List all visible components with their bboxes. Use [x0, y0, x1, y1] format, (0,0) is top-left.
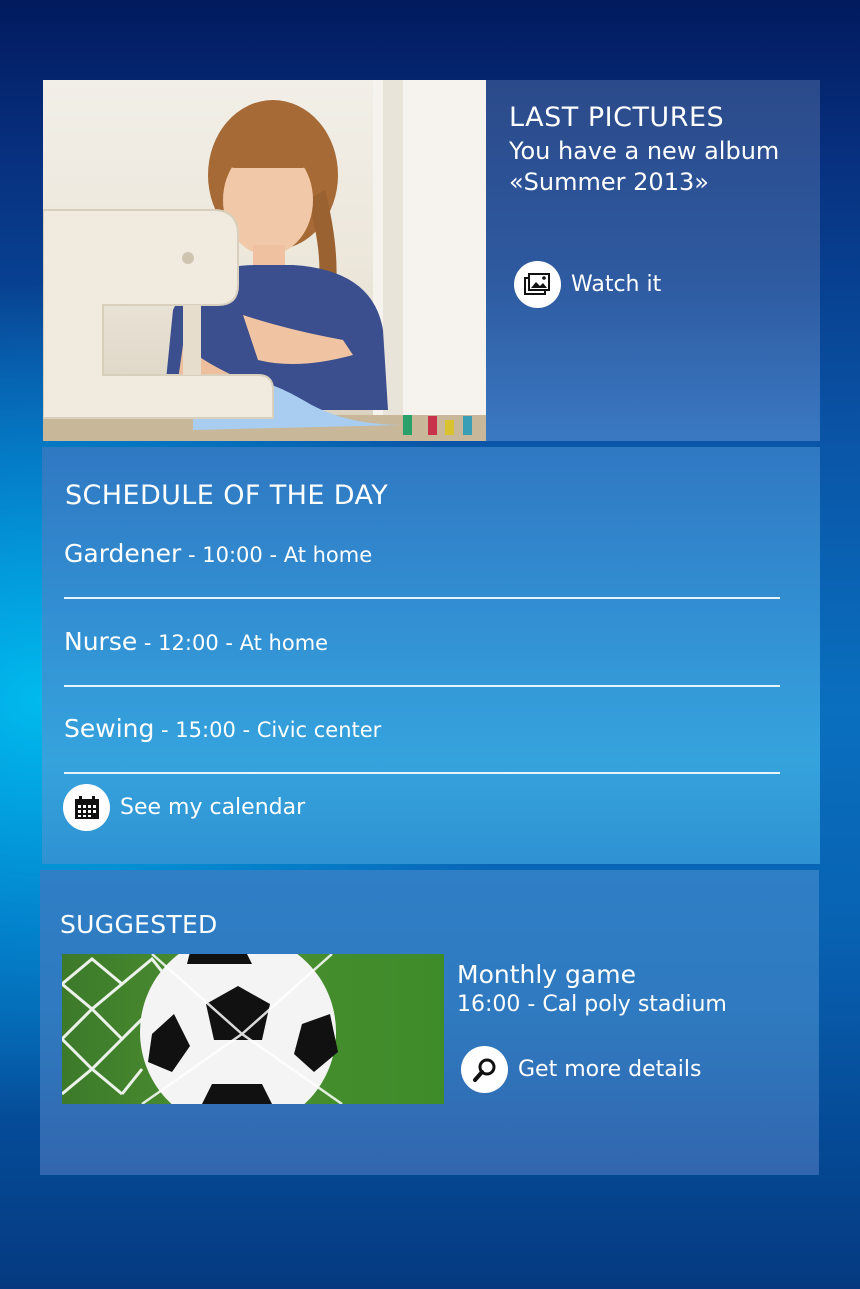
- schedule-divider: [64, 772, 780, 774]
- schedule-item-name: Gardener: [64, 539, 182, 568]
- schedule-separator: -: [137, 631, 159, 655]
- see-calendar-label: See my calendar: [120, 795, 306, 820]
- magnifier-icon: [461, 1046, 508, 1093]
- get-more-details-label: Get more details: [518, 1057, 702, 1082]
- last-pictures-text: LAST PICTURES You have a new album «Summ…: [509, 104, 809, 198]
- schedule-item[interactable]: Sewing - 15:00 - Civic center: [64, 714, 780, 774]
- schedule-item-time: 15:00: [175, 718, 236, 742]
- schedule-separator: -: [262, 543, 284, 567]
- schedule-item-name: Sewing: [64, 714, 155, 743]
- get-more-details-button[interactable]: Get more details: [461, 1046, 701, 1093]
- schedule-title: SCHEDULE OF THE DAY: [65, 480, 389, 511]
- schedule-item-time: 10:00: [202, 543, 263, 567]
- schedule-item-place: Civic center: [256, 718, 382, 742]
- schedule-item-name: Nurse: [64, 627, 138, 656]
- schedule-separator: -: [235, 718, 257, 742]
- sewing-girl-illustration: [43, 80, 486, 441]
- photo-album-icon: [514, 261, 561, 308]
- suggested-panel: SUGGESTED Monthly game 16:00 - Cal poly …: [40, 870, 819, 1175]
- calendar-icon: [63, 784, 110, 831]
- schedule-item-time: 12:00: [158, 631, 219, 655]
- suggested-event-text: Monthly game 16:00 - Cal poly stadium: [457, 960, 727, 1020]
- schedule-separator: -: [181, 543, 203, 567]
- schedule-divider: [64, 597, 780, 599]
- soccer-ball-illustration: [62, 954, 343, 1104]
- watch-it-label: Watch it: [571, 272, 662, 297]
- album-notice-line2: «Summer 2013»: [509, 168, 709, 196]
- schedule-item[interactable]: Nurse - 12:00 - At home: [64, 627, 780, 687]
- event-time-location: 16:00 - Cal poly stadium: [457, 992, 727, 1017]
- see-calendar-button[interactable]: See my calendar: [63, 784, 305, 831]
- schedule-separator: -: [218, 631, 240, 655]
- schedule-item-place: At home: [239, 631, 329, 655]
- last-pictures-panel: LAST PICTURES You have a new album «Summ…: [43, 80, 820, 441]
- schedule-item-place: At home: [283, 543, 373, 567]
- schedule-separator: -: [154, 718, 176, 742]
- event-name: Monthly game: [457, 960, 636, 989]
- schedule-divider: [64, 685, 780, 687]
- last-pictures-title: LAST PICTURES: [509, 102, 725, 133]
- schedule-item[interactable]: Gardener - 10:00 - At home: [64, 539, 780, 599]
- suggested-title: SUGGESTED: [60, 910, 218, 939]
- schedule-panel: SCHEDULE OF THE DAY Gardener - 10:00 - A…: [42, 447, 820, 864]
- album-notice-line1: You have a new album: [509, 137, 780, 165]
- sewing-girl-photo[interactable]: [43, 80, 486, 441]
- watch-it-button[interactable]: Watch it: [514, 261, 661, 308]
- soccer-ball-photo[interactable]: [62, 954, 444, 1104]
